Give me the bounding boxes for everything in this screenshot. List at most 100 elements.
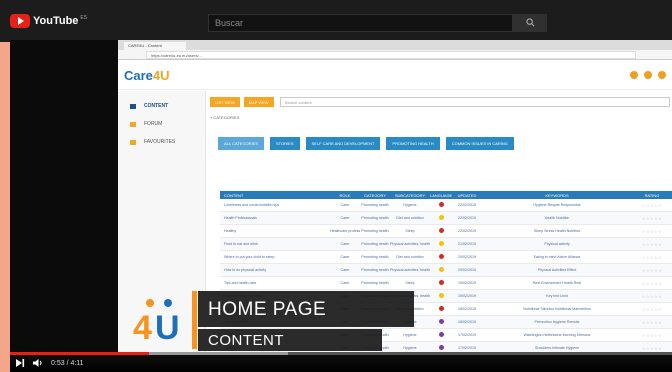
cell-keywords: Key info Limit <box>546 294 568 298</box>
col-header-rating[interactable]: RATING <box>632 193 672 198</box>
logo-accent: 4U <box>152 68 170 83</box>
rating-stars-icon[interactable]: ☆☆☆☆☆ <box>632 255 672 260</box>
sidebar-item-label: CONTENT <box>144 103 169 109</box>
youtube-header: YouTube ES Buscar <box>0 0 672 42</box>
rating-stars-icon[interactable]: ☆☆☆☆☆ <box>632 203 672 208</box>
col-header-content[interactable]: CONTENT <box>220 193 330 198</box>
col-header-language[interactable]: LANGUAGE <box>430 193 452 198</box>
col-header-category[interactable]: CATEGORY <box>360 193 390 198</box>
flag-icon <box>438 267 444 272</box>
table-row[interactable]: HealthyHealthcare professionalPromoting … <box>220 225 672 238</box>
rating-stars-icon[interactable]: ☆☆☆☆☆ <box>632 229 672 234</box>
flag-icon <box>438 215 444 220</box>
bell-icon[interactable] <box>630 71 638 79</box>
browser-tab[interactable]: CARE4U - Content <box>124 42 186 50</box>
flag-icon <box>438 228 444 233</box>
category-button-promoting-health[interactable]: PROMOTING HEALTH <box>386 137 440 150</box>
cell-language <box>430 241 452 247</box>
flag-icon <box>438 306 444 311</box>
table-row[interactable]: Health Professionals Carer Promoting healt… <box>220 212 672 225</box>
youtube-region: ES <box>80 15 88 22</box>
rating-stars-icon[interactable]: ☆☆☆☆☆ <box>632 294 672 299</box>
cell-language <box>430 202 452 208</box>
cell-keywords: Physical activity <box>544 242 570 246</box>
cell-content[interactable]: Health Professionals <box>220 216 330 220</box>
cell-content[interactable]: Loneliness and social isolation tips <box>220 203 330 207</box>
cell-language <box>430 306 452 312</box>
next-icon[interactable] <box>16 359 25 367</box>
volume-icon[interactable] <box>33 359 43 367</box>
cell-content[interactable]: Tips and health care <box>220 281 330 285</box>
cell-role: Carer <box>340 255 350 259</box>
category-button-common-issues[interactable]: COMMON ISSUES IN CARING <box>445 137 514 150</box>
search-button[interactable] <box>513 14 547 32</box>
rating-stars-icon[interactable]: ☆☆☆☆☆ <box>632 242 672 247</box>
cell-subcategory: Physical activities, healthy exercises a… <box>390 242 430 246</box>
category-button-stories[interactable]: STORIES <box>270 137 300 150</box>
category-button-all[interactable]: ALL CATEGORIES <box>218 137 265 150</box>
table-row[interactable]: How to do physical activity Carer Promotin… <box>220 264 672 277</box>
rating-stars-icon[interactable]: ☆☆☆☆☆ <box>632 216 672 221</box>
cell-keywords: Prevention Hygiene Remote <box>534 320 580 324</box>
category-buttons: ALL CATEGORIES STORIES SELF CARE AND DEV… <box>218 137 514 150</box>
cell-content[interactable]: Healthy <box>220 229 330 233</box>
favourites-icon <box>130 139 136 145</box>
rating-stars-icon[interactable]: ☆☆☆☆☆ <box>632 268 672 273</box>
col-header-subcategory[interactable]: SUBCATEGORY <box>390 193 430 198</box>
settings-icon[interactable] <box>644 71 652 79</box>
cell-role: Carer <box>340 281 350 285</box>
search-input[interactable]: Buscar <box>208 14 513 32</box>
cell-subcategory: Diet and nutrition <box>396 255 424 259</box>
sidebar-item-forum[interactable]: FORUM <box>118 115 205 133</box>
cell-keywords: Eating in mind Active Alliance <box>533 255 581 259</box>
overlay-subtitle: CONTENT <box>198 329 382 351</box>
search-icon <box>526 18 535 27</box>
cell-content[interactable]: Where to put your child to sleep <box>220 255 330 259</box>
svg-text:U: U <box>155 309 180 343</box>
cell-content[interactable]: Food to eat and drink <box>220 242 330 246</box>
cell-role: Healthcare professional <box>330 229 360 233</box>
categories-toggle[interactable]: + CATEGORIES <box>210 115 239 120</box>
table-row[interactable]: Food to eat and drink Carer Promoting heal… <box>220 238 672 251</box>
col-header-updated[interactable]: UPDATED <box>452 193 482 198</box>
sidebar-item-favourites[interactable]: FAVOURITES <box>118 133 205 151</box>
cell-keywords: Shoulders Intimate Hygiene <box>534 346 580 350</box>
youtube-logo[interactable]: YouTube ES <box>10 14 87 28</box>
rating-stars-icon[interactable]: ☆☆☆☆☆ <box>632 281 672 286</box>
sidebar-item-content[interactable]: CONTENT <box>118 97 205 115</box>
table-row[interactable]: Loneliness and social isolation tips Care… <box>220 199 672 212</box>
cell-category: Promoting health <box>361 255 389 259</box>
sidebar-item-label: FAVOURITES <box>144 139 176 145</box>
cell-content[interactable]: How to do physical activity <box>220 268 330 272</box>
progress-bar[interactable] <box>10 352 672 355</box>
content-toolbar: LIST VIEW MAP VIEW Search content <box>210 97 670 107</box>
flag-icon <box>438 280 444 285</box>
col-header-keywords[interactable]: KEYWORDS <box>482 193 632 198</box>
rating-stars-icon[interactable]: ☆☆☆☆☆ <box>632 320 672 325</box>
map-view-button[interactable]: MAP VIEW <box>243 97 274 107</box>
cell-category: Promoting health <box>361 281 389 285</box>
rating-stars-icon[interactable]: ☆☆☆☆☆ <box>632 333 672 338</box>
flag-icon <box>438 293 444 298</box>
time-display: 0:53 / 4:11 <box>51 359 84 367</box>
col-header-role[interactable]: ROLE <box>330 193 360 198</box>
flag-icon <box>438 254 444 259</box>
rating-stars-icon[interactable]: ☆☆☆☆☆ <box>632 307 672 312</box>
app-header: Care4U <box>118 60 672 90</box>
rating-stars-icon[interactable]: ☆☆☆☆☆ <box>632 346 672 351</box>
forum-icon <box>130 121 136 127</box>
app-logo[interactable]: Care4U <box>124 68 170 83</box>
table-row[interactable]: Where to put your child to sleep Carer Pro… <box>220 251 672 264</box>
video-player[interactable]: CARE4U - Content https://care4u-eu.eu/us… <box>10 40 672 372</box>
cell-updated: 22/02/2019 <box>458 203 476 207</box>
cell-keywords: Sleep Stress Health Nutrition <box>533 229 581 233</box>
svg-text:4: 4 <box>133 309 152 343</box>
list-view-button[interactable]: LIST VIEW <box>210 97 240 107</box>
address-bar[interactable]: https://care4u-eu.eu/users/... <box>146 51 636 59</box>
cell-keywords: Health Nutrition <box>544 216 570 220</box>
content-search-input[interactable]: Search content <box>279 97 670 107</box>
cell-keywords: Nutritional Stimulus Nutritional Malnutr… <box>523 307 591 311</box>
category-button-self-care[interactable]: SELF CARE AND DEVELOPMENT <box>305 137 381 150</box>
logout-icon[interactable] <box>658 71 666 79</box>
cell-subcategory: Physical activities, healthy exercises a… <box>390 268 430 272</box>
